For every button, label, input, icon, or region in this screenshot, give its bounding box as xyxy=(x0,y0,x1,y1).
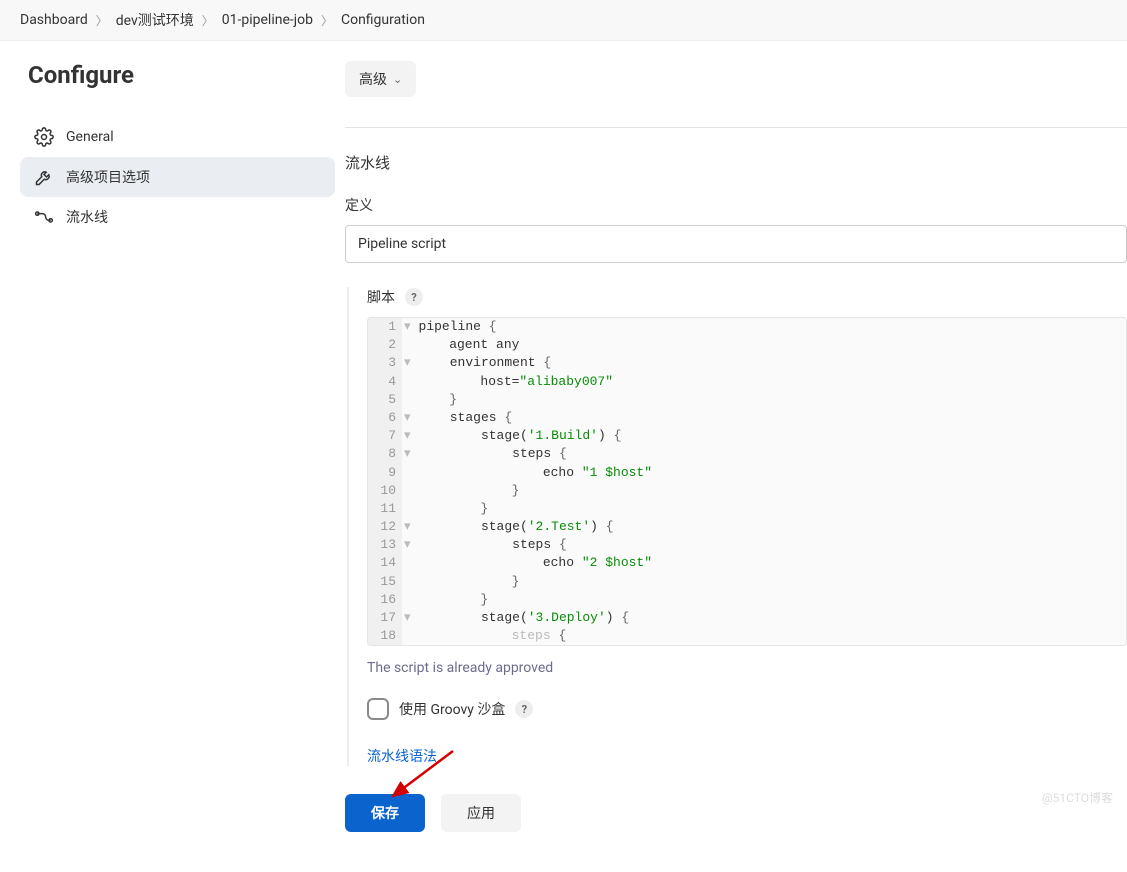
definition-select[interactable]: Pipeline script xyxy=(345,225,1127,263)
pipeline-syntax-link[interactable]: 流水线语法 xyxy=(367,749,437,765)
sidebar-item-advanced[interactable]: 高级项目选项 xyxy=(20,157,335,197)
advanced-button[interactable]: 高级 ⌄ xyxy=(345,61,416,97)
breadcrumb-item[interactable]: dev测试环境 xyxy=(116,10,194,30)
chevron-down-icon: ⌄ xyxy=(393,73,402,86)
advanced-button-label: 高级 xyxy=(359,69,387,89)
breadcrumb-item[interactable]: Configuration xyxy=(341,12,425,28)
apply-button[interactable]: 应用 xyxy=(441,794,521,832)
chevron-right-icon: 〉 xyxy=(202,12,214,29)
script-approved-text: The script is already approved xyxy=(367,660,1127,676)
breadcrumb-item[interactable]: Dashboard xyxy=(20,12,88,28)
sidebar: Configure General 高级项目选项 流水线 xyxy=(0,41,345,872)
gear-icon xyxy=(34,127,54,147)
groovy-sandbox-checkbox[interactable] xyxy=(367,698,389,720)
breadcrumb-item[interactable]: 01-pipeline-job xyxy=(222,12,313,28)
script-editor[interactable]: 1▾pipeline {2 agent any3▾ environment {4… xyxy=(367,317,1127,646)
chevron-right-icon: 〉 xyxy=(96,12,108,29)
wrench-icon xyxy=(34,167,54,187)
groovy-sandbox-label: 使用 Groovy 沙盒 xyxy=(399,699,505,719)
definition-label: 定义 xyxy=(345,195,1127,215)
sidebar-item-label: 高级项目选项 xyxy=(66,167,150,187)
sidebar-item-general[interactable]: General xyxy=(20,117,335,157)
help-icon[interactable]: ? xyxy=(405,288,423,306)
save-button[interactable]: 保存 xyxy=(345,794,425,832)
watermark: @51CTO博客 xyxy=(1042,789,1113,806)
script-label: 脚本 xyxy=(367,287,395,307)
sidebar-item-pipeline[interactable]: 流水线 xyxy=(20,197,335,237)
help-icon[interactable]: ? xyxy=(515,700,533,718)
breadcrumb: Dashboard 〉 dev测试环境 〉 01-pipeline-job 〉 … xyxy=(0,0,1127,41)
sidebar-item-label: 流水线 xyxy=(66,207,108,227)
main-content: 高级 ⌄ 流水线 定义 Pipeline script 脚本 ? 1▾pipel… xyxy=(345,41,1127,872)
divider xyxy=(345,127,1127,128)
chevron-right-icon: 〉 xyxy=(321,12,333,29)
page-title: Configure xyxy=(20,61,335,89)
sidebar-item-label: General xyxy=(66,129,114,145)
pipeline-section-heading: 流水线 xyxy=(345,152,1127,173)
pipeline-icon xyxy=(34,207,54,227)
